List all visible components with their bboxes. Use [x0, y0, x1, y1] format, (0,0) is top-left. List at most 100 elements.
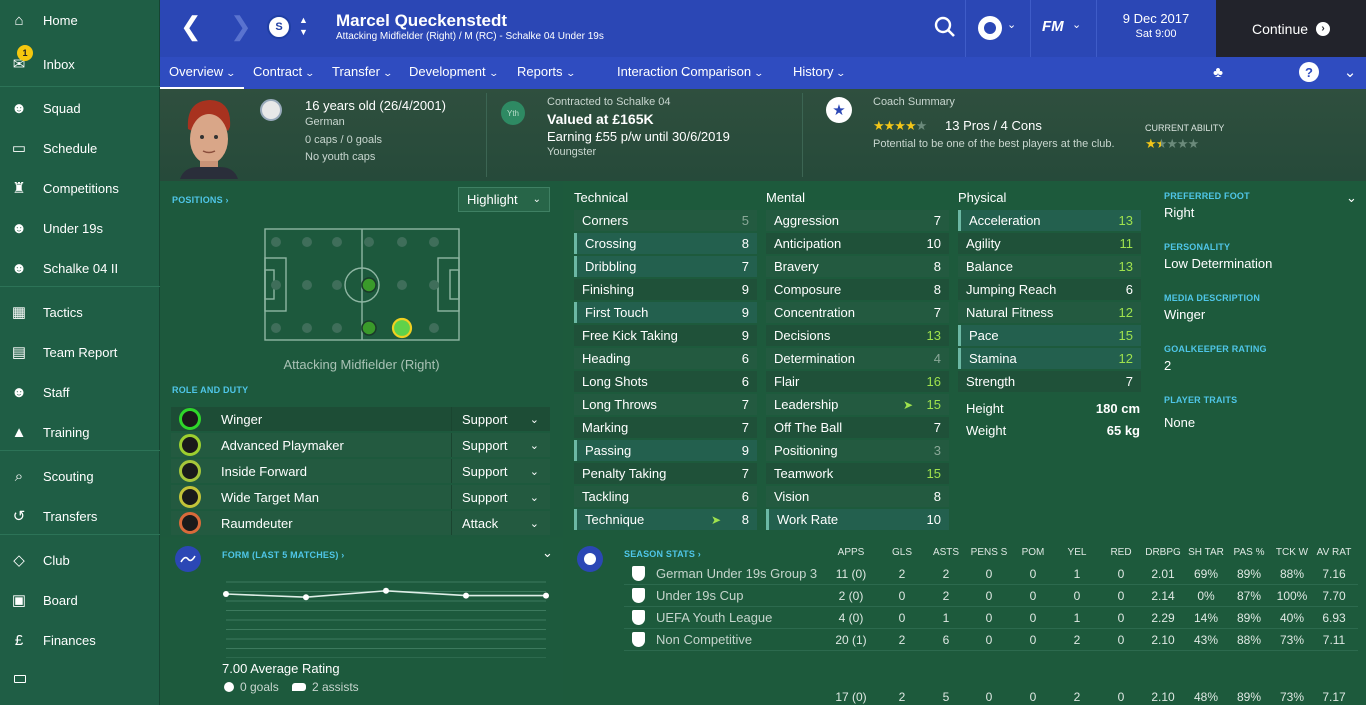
- cycle-player-icon[interactable]: ▲ ▼: [299, 14, 308, 38]
- attribute-row-heading[interactable]: Heading 6: [574, 348, 757, 369]
- attribute-row-composure[interactable]: Composure 8: [766, 279, 949, 300]
- highlight-dropdown[interactable]: Highlight ⌄: [458, 187, 550, 212]
- competition-name[interactable]: German Under 19s Group 3: [656, 566, 817, 581]
- globe-icon[interactable]: [978, 16, 1002, 40]
- attribute-row-determination[interactable]: Determination 4: [766, 348, 949, 369]
- sidebar-item-inbox[interactable]: ✉ Inbox 1: [0, 45, 160, 81]
- info-collapse-chevron-icon[interactable]: ⌄: [1346, 190, 1357, 206]
- attribute-row-first-touch[interactable]: First Touch 9: [574, 302, 757, 323]
- sidebar-item-board[interactable]: ▣ Board: [0, 583, 160, 617]
- attribute-row-leadership[interactable]: Leadership ➤ 15: [766, 394, 949, 415]
- attribute-row-aggression[interactable]: Aggression 7: [766, 210, 949, 231]
- form-point[interactable]: [303, 594, 309, 601]
- attribute-row-tackling[interactable]: Tackling 6: [574, 486, 757, 507]
- attribute-row-teamwork[interactable]: Teamwork 15: [766, 463, 949, 484]
- attribute-row-marking[interactable]: Marking 7: [574, 417, 757, 438]
- attribute-row-finishing[interactable]: Finishing 9: [574, 279, 757, 300]
- sidebar-item-training[interactable]: ▲ Training: [0, 415, 160, 449]
- fm-logo[interactable]: FM: [1042, 18, 1064, 35]
- attribute-row-long-throws[interactable]: Long Throws 7: [574, 394, 757, 415]
- sidebar-item-schalke-04-ii[interactable]: ☻ Schalke 04 II: [0, 251, 160, 285]
- attribute-row-flair[interactable]: Flair 16: [766, 371, 949, 392]
- attribute-row-passing[interactable]: Passing 9: [574, 440, 757, 461]
- attribute-row-bravery[interactable]: Bravery 8: [766, 256, 949, 277]
- tab-transfer[interactable]: Transfer ⌄: [323, 57, 400, 89]
- season-column-header[interactable]: APPS: [825, 547, 877, 558]
- continue-button[interactable]: Continue ›: [1216, 0, 1366, 57]
- attribute-row-crossing[interactable]: Crossing 8: [574, 233, 757, 254]
- attribute-row-dribbling[interactable]: Dribbling 7: [574, 256, 757, 277]
- role-row[interactable]: Winger Support ⌄: [171, 407, 550, 431]
- attribute-row-vision[interactable]: Vision 8: [766, 486, 949, 507]
- fm-menu-chevron-icon[interactable]: ⌄: [1072, 18, 1081, 31]
- attribute-row-positioning[interactable]: Positioning 3: [766, 440, 949, 461]
- competition-name[interactable]: Under 19s Cup: [656, 588, 743, 603]
- forward-arrow-icon[interactable]: ❯: [230, 12, 252, 40]
- sidebar-item-team-report[interactable]: ▤ Team Report: [0, 335, 160, 369]
- competition-name[interactable]: Non Competitive: [656, 632, 752, 647]
- attribute-row-penalty-taking[interactable]: Penalty Taking 7: [574, 463, 757, 484]
- season-column-header[interactable]: AV RAT: [1308, 547, 1360, 558]
- attribute-row-concentration[interactable]: Concentration 7: [766, 302, 949, 323]
- form-collapse-chevron-icon[interactable]: ⌄: [542, 545, 553, 561]
- role-row[interactable]: Inside Forward Support ⌄: [171, 459, 550, 483]
- attribute-row-long-shots[interactable]: Long Shots 6: [574, 371, 757, 392]
- tab-comparison[interactable]: Comparison ⌄: [672, 57, 772, 89]
- sidebar-item-finances[interactable]: £ Finances: [0, 623, 160, 657]
- role-row[interactable]: Raumdeuter Attack ⌄: [171, 511, 550, 535]
- sidebar-item-staff[interactable]: ☻ Staff: [0, 375, 160, 409]
- form-point[interactable]: [543, 592, 549, 599]
- attribute-row-corners[interactable]: Corners 5: [574, 210, 757, 231]
- season-stats-title[interactable]: SEASON STATS ›: [624, 549, 701, 559]
- sidebar-item-schedule[interactable]: ▭ Schedule: [0, 131, 160, 165]
- attribute-row-balance[interactable]: Balance 13: [958, 256, 1141, 277]
- sidebar-item-scouting[interactable]: ⌕ Scouting: [0, 459, 160, 493]
- attribute-row-pace[interactable]: Pace 15: [958, 325, 1141, 346]
- tab-contract[interactable]: Contract ⌄: [244, 57, 323, 89]
- tab-history[interactable]: History ⌄: [784, 57, 854, 89]
- attribute-row-stamina[interactable]: Stamina 12: [958, 348, 1141, 369]
- attribute-row-free-kick-taking[interactable]: Free Kick Taking 9: [574, 325, 757, 346]
- attribute-row-decisions[interactable]: Decisions 13: [766, 325, 949, 346]
- sidebar-item-home[interactable]: ⌂ Home: [0, 3, 160, 37]
- attribute-row-acceleration[interactable]: Acceleration 13: [958, 210, 1141, 231]
- attribute-row-natural-fitness[interactable]: Natural Fitness 12: [958, 302, 1141, 323]
- attribute-row-agility[interactable]: Agility 11: [958, 233, 1141, 254]
- duty-dropdown[interactable]: Attack ⌄: [451, 511, 549, 535]
- club-crest-icon[interactable]: S: [267, 15, 291, 39]
- globe-menu-chevron-icon[interactable]: ⌄: [1007, 18, 1016, 31]
- back-arrow-icon[interactable]: ❮: [180, 12, 202, 40]
- attribute-row-technique[interactable]: Technique ➤ 8: [574, 509, 757, 530]
- form-point[interactable]: [383, 587, 389, 594]
- sidebar-item-tactics[interactable]: ▦ Tactics: [0, 295, 160, 329]
- duty-dropdown[interactable]: Support ⌄: [451, 485, 549, 509]
- attribute-row-strength[interactable]: Strength 7: [958, 371, 1141, 392]
- sidebar-item-club[interactable]: ◇ Club: [0, 543, 160, 577]
- help-icon[interactable]: ?: [1299, 62, 1319, 82]
- tab-reports[interactable]: Reports ⌄: [508, 57, 583, 89]
- more-chevron-icon[interactable]: ⌄: [1340, 62, 1360, 82]
- attribute-row-anticipation[interactable]: Anticipation 10: [766, 233, 949, 254]
- attribute-row-jumping-reach[interactable]: Jumping Reach 6: [958, 279, 1141, 300]
- sidebar-item-squad[interactable]: ☻ Squad: [0, 91, 160, 125]
- sidebar-item-under-19s[interactable]: ☻ Under 19s: [0, 211, 160, 245]
- role-row[interactable]: Advanced Playmaker Support ⌄: [171, 433, 550, 457]
- form-title[interactable]: FORM (LAST 5 MATCHES) ›: [222, 550, 344, 560]
- form-point[interactable]: [223, 591, 229, 597]
- role-row[interactable]: Wide Target Man Support ⌄: [171, 485, 550, 509]
- search-icon[interactable]: [934, 16, 956, 38]
- collapse-sidebar-icon[interactable]: [14, 675, 26, 683]
- sidebar-item-competitions[interactable]: ♜ Competitions: [0, 171, 160, 205]
- attribute-row-off-the-ball[interactable]: Off The Ball 7: [766, 417, 949, 438]
- squad-switch-icon[interactable]: ♣: [1208, 62, 1228, 82]
- sidebar-item-transfers[interactable]: ↺ Transfers: [0, 499, 160, 533]
- duty-dropdown[interactable]: Support ⌄: [451, 433, 549, 457]
- duty-dropdown[interactable]: Support ⌄: [451, 407, 549, 431]
- form-point[interactable]: [463, 592, 469, 599]
- tab-development[interactable]: Development ⌄: [400, 57, 506, 89]
- attribute-row-work-rate[interactable]: Work Rate 10: [766, 509, 949, 530]
- competition-name[interactable]: UEFA Youth League: [656, 610, 772, 625]
- duty-dropdown[interactable]: Support ⌄: [451, 459, 549, 483]
- tab-overview[interactable]: Overview ⌄: [160, 57, 244, 89]
- positions-title[interactable]: POSITIONS ›: [172, 195, 229, 205]
